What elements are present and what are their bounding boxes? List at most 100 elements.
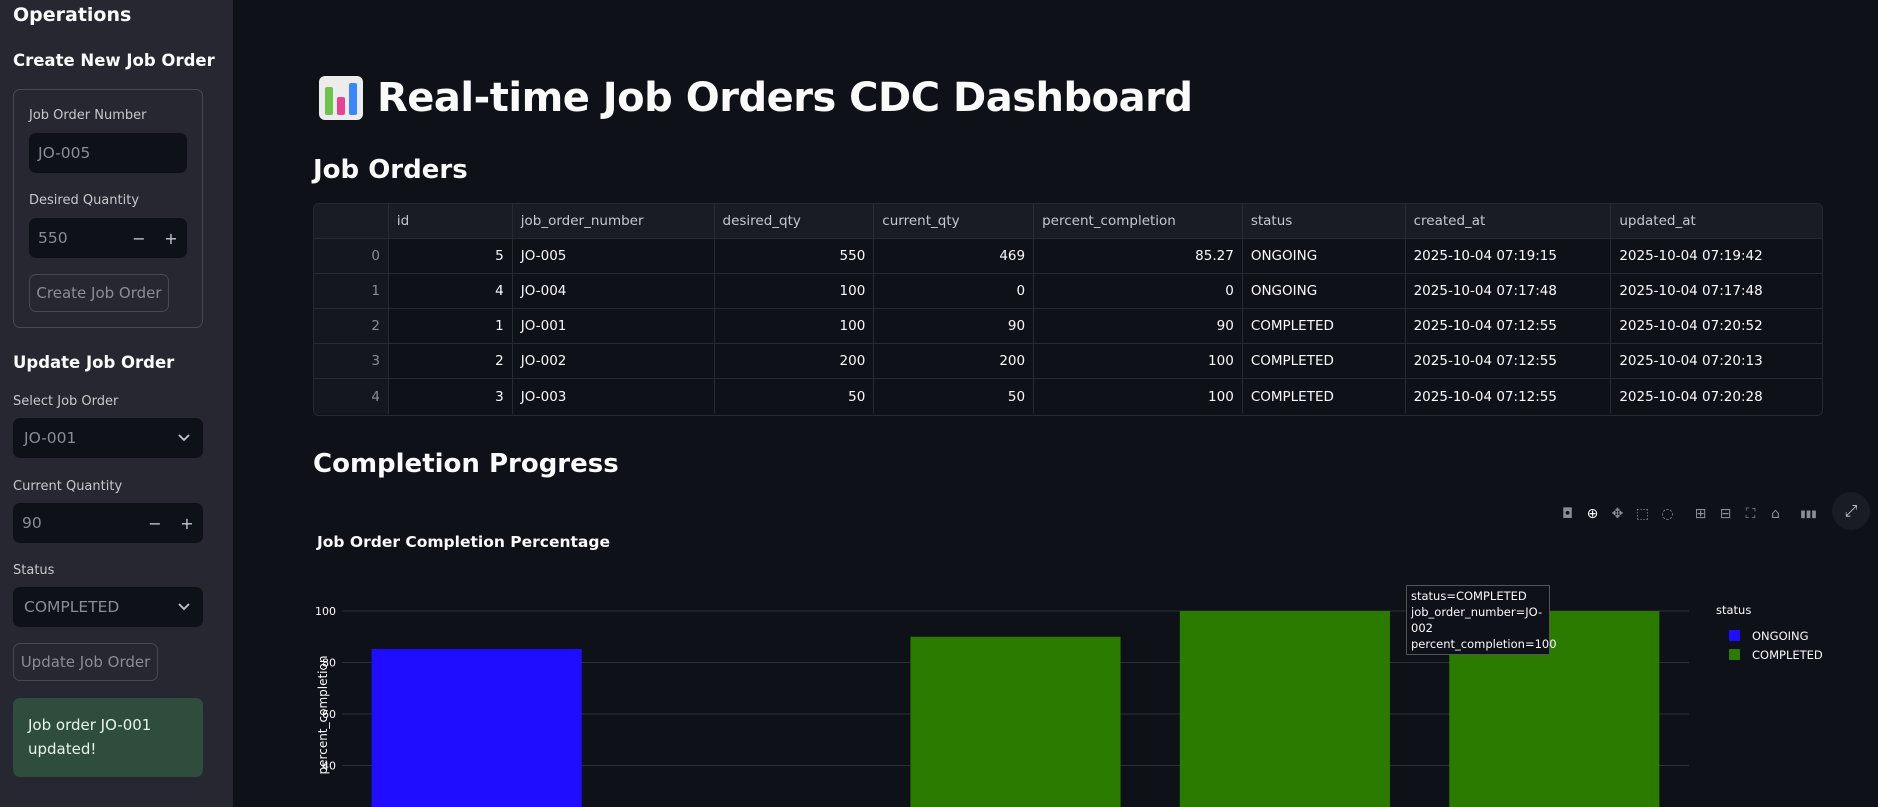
column-header[interactable]: current_qty — [874, 204, 1035, 238]
table-cell[interactable]: 469 — [874, 239, 1035, 273]
table-cell[interactable]: 200 — [715, 344, 875, 378]
zoom-in-icon[interactable]: ⊞ — [1691, 505, 1710, 524]
lasso-select-icon[interactable]: ◌ — [1658, 505, 1677, 524]
table-cell[interactable]: 4 — [389, 274, 513, 308]
table-row[interactable]: 0 5 JO-005 550 469 85.27 ONGOING 2025-10-04 07:… — [314, 239, 1822, 274]
row-index[interactable]: 3 — [314, 344, 389, 378]
table-cell[interactable]: 100 — [1034, 344, 1243, 378]
table-row[interactable]: 3 2 JO-002 200 200 100 COMPLETED 2025-10-04 07:… — [314, 344, 1822, 379]
table-cell[interactable]: COMPLETED — [1243, 379, 1406, 414]
pan-icon[interactable]: ✥ — [1608, 505, 1627, 524]
table-row[interactable]: 1 4 JO-004 100 0 0 ONGOING 2025-10-04 07:17:48 2… — [314, 274, 1822, 309]
legend-swatch — [1729, 630, 1740, 641]
table-cell[interactable]: 2025-10-04 07:12:55 — [1406, 379, 1612, 414]
table-cell[interactable]: 100 — [1034, 379, 1243, 414]
table-cell[interactable]: COMPLETED — [1243, 344, 1406, 378]
table-cell[interactable]: COMPLETED — [1243, 309, 1406, 343]
table-cell[interactable]: 3 — [389, 379, 513, 414]
table-cell[interactable]: 0 — [874, 274, 1035, 308]
legend-item[interactable]: ONGOING — [1729, 626, 1823, 645]
table-cell[interactable]: JO-004 — [513, 274, 715, 308]
desired-qty-plus-button[interactable]: + — [155, 229, 187, 248]
chart-legend: status ONGOING COMPLETED — [1716, 603, 1823, 664]
current-qty-stepper[interactable]: 90 − + — [13, 503, 203, 543]
row-index[interactable]: 1 — [314, 274, 389, 308]
table-cell[interactable]: 50 — [715, 379, 875, 414]
table-cell[interactable]: ONGOING — [1243, 274, 1406, 308]
table-cell[interactable]: 2025-10-04 07:20:28 — [1611, 379, 1822, 414]
legend-item[interactable]: COMPLETED — [1729, 645, 1823, 664]
table-cell[interactable]: 90 — [1034, 309, 1243, 343]
autoscale-icon[interactable]: ⛶ — [1741, 505, 1760, 524]
table-cell[interactable]: 100 — [715, 274, 875, 308]
table-cell[interactable]: 2 — [389, 344, 513, 378]
table-row[interactable]: 2 1 JO-001 100 90 90 COMPLETED 2025-10-04 07:12… — [314, 309, 1822, 344]
table-header-row[interactable]: id job_order_number desired_qty current_qty… — [314, 204, 1822, 239]
table-cell[interactable]: 2025-10-04 07:20:13 — [1611, 344, 1822, 378]
bar — [371, 648, 582, 807]
column-header[interactable] — [314, 204, 389, 238]
chevron-down-icon — [178, 434, 190, 442]
chevron-down-icon — [178, 603, 190, 611]
update-job-order-button[interactable]: Update Job Order — [13, 643, 158, 681]
table-cell[interactable]: 2025-10-04 07:12:55 — [1406, 344, 1612, 378]
table-cell[interactable]: 2025-10-04 07:17:48 — [1611, 274, 1822, 308]
camera-icon[interactable]: ◘ — [1558, 505, 1577, 524]
table-cell[interactable]: ONGOING — [1243, 239, 1406, 273]
chart-title: Job Order Completion Percentage — [317, 533, 611, 551]
zoom-icon[interactable]: ⊕ — [1583, 505, 1602, 524]
table-cell[interactable]: 200 — [874, 344, 1035, 378]
table-cell[interactable]: 2025-10-04 07:20:52 — [1611, 309, 1822, 343]
create-job-order-button[interactable]: Create Job Order — [29, 274, 169, 312]
box-select-icon[interactable]: ⬚ — [1633, 505, 1652, 524]
table-cell[interactable]: 550 — [715, 239, 875, 273]
current-qty-minus-button[interactable]: − — [139, 514, 171, 533]
tooltip-line: percent_completion=100 — [1411, 637, 1557, 651]
row-index[interactable]: 0 — [314, 239, 389, 273]
current-qty-plus-button[interactable]: + — [171, 514, 203, 533]
create-heading: Create New Job Order — [13, 51, 215, 70]
table-cell[interactable]: JO-001 — [513, 309, 715, 343]
table-cell[interactable]: 1 — [389, 309, 513, 343]
sidebar-title: Operations — [13, 4, 132, 26]
table-cell[interactable]: JO-005 — [513, 239, 715, 273]
plotly-logo-icon[interactable]: ▮▮▮ — [1799, 505, 1818, 524]
zoom-out-icon[interactable]: ⊟ — [1716, 505, 1735, 524]
column-header[interactable]: percent_completion — [1034, 204, 1243, 238]
completion-progress-heading: Completion Progress — [313, 449, 619, 479]
column-header[interactable]: status — [1243, 204, 1406, 238]
row-index[interactable]: 2 — [314, 309, 389, 343]
reset-axes-icon[interactable]: ⌂ — [1766, 505, 1785, 524]
table-cell[interactable]: 2025-10-04 07:19:15 — [1406, 239, 1612, 273]
column-header[interactable]: id — [389, 204, 513, 238]
y-axis-label: percent_completion — [316, 656, 330, 775]
table-cell[interactable]: 90 — [874, 309, 1035, 343]
table-row[interactable]: 4 3 JO-003 50 50 100 COMPLETED 2025-10-04 07:12… — [314, 379, 1822, 414]
row-index[interactable]: 4 — [314, 379, 389, 414]
job-order-number-input[interactable]: JO-005 — [29, 133, 187, 173]
job-orders-table[interactable]: id job_order_number desired_qty current_qty… — [313, 203, 1823, 416]
table-cell[interactable]: 0 — [1034, 274, 1243, 308]
table-cell[interactable]: 5 — [389, 239, 513, 273]
select-job-order-dropdown[interactable]: JO-001 — [13, 418, 203, 458]
desired-qty-stepper[interactable]: 550 − + — [29, 218, 187, 258]
table-cell[interactable]: 100 — [715, 309, 875, 343]
table-cell[interactable]: 2025-10-04 07:12:55 — [1406, 309, 1612, 343]
column-header[interactable]: updated_at — [1611, 204, 1822, 238]
legend-swatch — [1729, 649, 1740, 660]
desired-qty-minus-button[interactable]: − — [123, 229, 155, 248]
column-header[interactable]: created_at — [1406, 204, 1612, 238]
table-cell[interactable]: 50 — [874, 379, 1035, 414]
status-dropdown[interactable]: COMPLETED — [13, 587, 203, 627]
desired-qty-value[interactable]: 550 — [29, 229, 123, 247]
tooltip-line: job_order_number=JO-002 — [1411, 605, 1543, 635]
table-cell[interactable]: 85.27 — [1034, 239, 1243, 273]
table-cell[interactable]: 2025-10-04 07:19:42 — [1611, 239, 1822, 273]
column-header[interactable]: desired_qty — [715, 204, 875, 238]
table-cell[interactable]: 2025-10-04 07:17:48 — [1406, 274, 1612, 308]
current-qty-value[interactable]: 90 — [13, 514, 139, 532]
table-cell[interactable]: JO-003 — [513, 379, 715, 414]
table-cell[interactable]: JO-002 — [513, 344, 715, 378]
column-header[interactable]: job_order_number — [513, 204, 715, 238]
fullscreen-icon[interactable]: ⤢ — [1832, 492, 1870, 530]
